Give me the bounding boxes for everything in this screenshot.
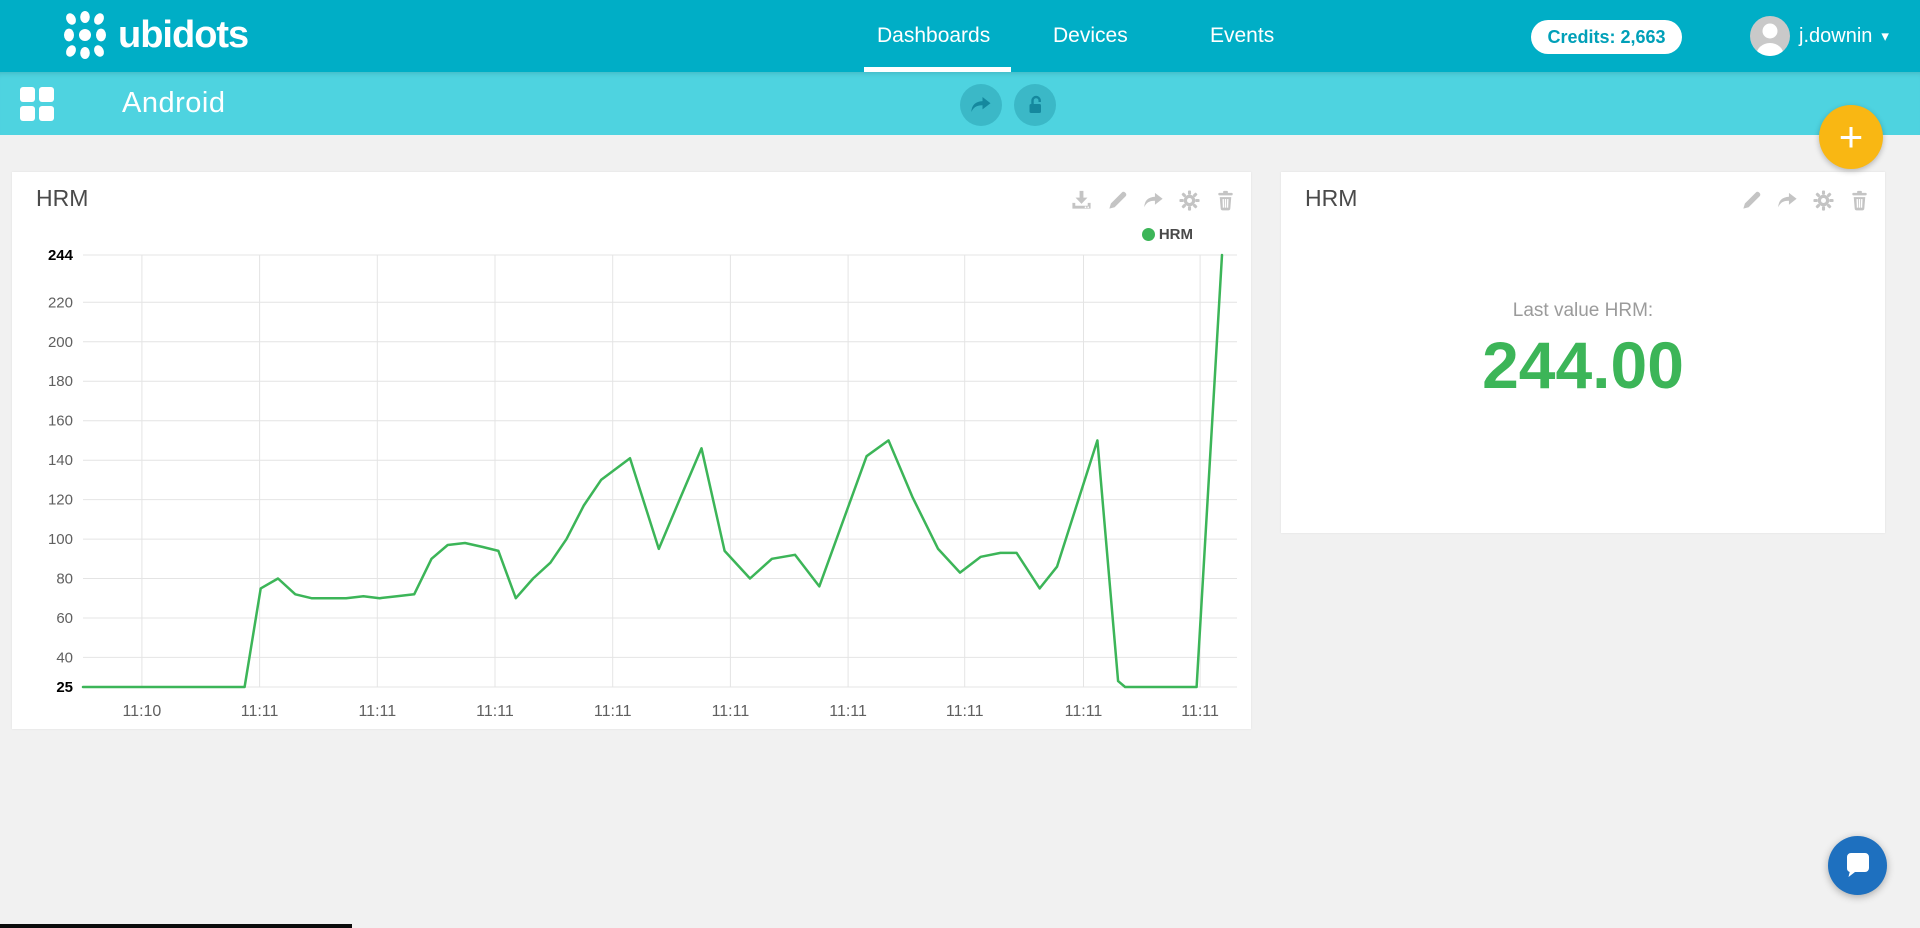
svg-text:11:11: 11:11 xyxy=(946,703,984,720)
svg-text:11:11: 11:11 xyxy=(358,703,396,720)
svg-text:244: 244 xyxy=(48,247,74,264)
widget-toolbar xyxy=(1739,188,1871,212)
edit-button[interactable] xyxy=(1739,188,1763,212)
tab-events[interactable]: Events xyxy=(1210,0,1274,72)
svg-text:60: 60 xyxy=(56,610,73,627)
svg-text:80: 80 xyxy=(56,571,73,588)
share-widget-button[interactable] xyxy=(1775,188,1799,212)
widget-title: HRM xyxy=(1305,185,1357,212)
svg-text:200: 200 xyxy=(48,334,73,351)
dashboards-grid-icon[interactable] xyxy=(20,87,54,121)
chevron-down-icon: ▾ xyxy=(1881,27,1889,45)
svg-text:11:11: 11:11 xyxy=(594,703,632,720)
brand-name: ubidots xyxy=(118,9,248,61)
grid-square xyxy=(39,106,54,121)
svg-text:11:11: 11:11 xyxy=(829,703,867,720)
chat-launcher-button[interactable] xyxy=(1828,836,1887,895)
tab-events-label: Events xyxy=(1210,24,1274,48)
svg-text:120: 120 xyxy=(48,492,73,509)
share-dashboard-button[interactable] xyxy=(960,84,1002,126)
gear-icon xyxy=(1812,189,1835,212)
svg-text:180: 180 xyxy=(48,373,73,390)
person-icon xyxy=(1750,16,1790,56)
pencil-icon xyxy=(1740,189,1763,212)
credits-label: Credits: 2,663 xyxy=(1547,27,1665,48)
hrm-value-widget: HRM xyxy=(1281,172,1885,533)
share-icon xyxy=(969,93,993,117)
dashboard-title: Android xyxy=(122,72,225,135)
hrm-chart-widget: HRM xyxy=(12,172,1251,729)
top-navbar: ubidots Dashboards Devices Events Credit… xyxy=(0,0,1920,72)
last-value: 244.00 xyxy=(1281,332,1885,398)
grid-square xyxy=(20,106,35,121)
grid-square xyxy=(20,87,35,102)
chat-bubble-icon xyxy=(1843,851,1873,881)
svg-text:140: 140 xyxy=(48,452,73,469)
svg-text:40: 40 xyxy=(56,649,73,666)
user-menu[interactable]: j.downin ▾ xyxy=(1750,0,1889,72)
share-icon xyxy=(1776,189,1799,212)
trash-icon xyxy=(1848,189,1871,212)
add-widget-button[interactable]: + xyxy=(1819,105,1883,169)
credits-badge[interactable]: Credits: 2,663 xyxy=(1531,20,1682,54)
tab-dashboards[interactable]: Dashboards xyxy=(877,0,990,72)
tab-devices-label: Devices xyxy=(1053,24,1128,48)
hrm-line-chart[interactable]: 244 220 200 180 160 140 120 100 80 60 40 25 11:10 11:… xyxy=(12,172,1251,729)
plus-icon: + xyxy=(1839,116,1864,158)
ubidots-dots-icon xyxy=(62,9,108,61)
svg-text:25: 25 xyxy=(56,679,73,696)
svg-text:11:10: 11:10 xyxy=(122,703,161,720)
svg-text:11:11: 11:11 xyxy=(1181,703,1219,720)
tab-devices[interactable]: Devices xyxy=(1053,0,1128,72)
svg-text:220: 220 xyxy=(48,294,73,311)
last-value-block: Last value HRM: 244.00 xyxy=(1281,300,1885,398)
active-tab-underline xyxy=(864,67,1011,72)
svg-text:160: 160 xyxy=(48,413,73,430)
tab-dashboards-label: Dashboards xyxy=(877,24,990,48)
lock-open-icon xyxy=(1023,93,1047,117)
svg-text:11:11: 11:11 xyxy=(1065,703,1103,720)
settings-button[interactable] xyxy=(1811,188,1835,212)
avatar xyxy=(1750,16,1790,56)
last-value-caption: Last value HRM: xyxy=(1281,300,1885,322)
dashboard-header: Android xyxy=(0,72,1920,135)
svg-text:11:11: 11:11 xyxy=(712,703,750,720)
lock-dashboard-button[interactable] xyxy=(1014,84,1056,126)
svg-text:11:11: 11:11 xyxy=(476,703,514,720)
window-edge-artifact xyxy=(0,924,352,928)
grid-square xyxy=(39,87,54,102)
username: j.downin xyxy=(1799,25,1872,48)
svg-text:100: 100 xyxy=(48,531,73,548)
ubidots-logo[interactable]: ubidots xyxy=(62,9,248,61)
delete-button[interactable] xyxy=(1847,188,1871,212)
svg-text:11:11: 11:11 xyxy=(241,703,279,720)
